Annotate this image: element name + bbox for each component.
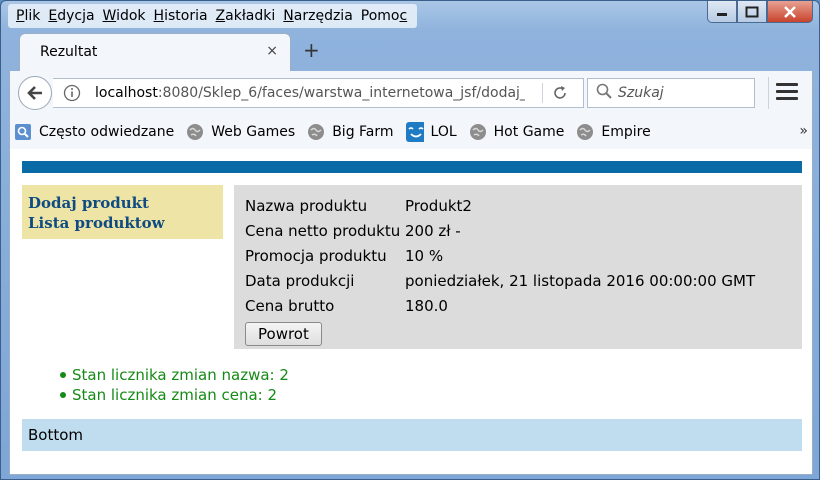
menu-zakladki-accel: Z bbox=[215, 8, 226, 24]
close-window-button[interactable] bbox=[767, 1, 813, 23]
field-label: Nazwa produktu bbox=[245, 197, 368, 215]
field-value: 180.0 bbox=[405, 297, 448, 315]
menu-widok-accel: W bbox=[102, 8, 117, 24]
menu-widok-label: idok bbox=[116, 8, 146, 24]
url-path: :8080/Sklep_6/faces/warstwa_internetowa_… bbox=[157, 85, 525, 101]
menu-zakladki-label: akładki bbox=[225, 8, 276, 24]
close-icon bbox=[784, 5, 796, 18]
menu-pomoc-label: Pomo bbox=[360, 8, 400, 24]
product-row-promotion: Promocja produktu 10 % bbox=[245, 244, 802, 269]
product-details-panel: Nazwa produktu Produkt2 Cena netto produ… bbox=[234, 185, 802, 349]
new-tab-button[interactable]: + bbox=[303, 38, 320, 62]
menu-historia-label: istoria bbox=[164, 8, 208, 24]
menu-bar: Plik Edycja Widok Historia Zakładki Narz… bbox=[8, 4, 418, 28]
bookmark-label: Empire bbox=[601, 124, 651, 140]
menu-pomoc-accel: c bbox=[399, 8, 408, 24]
product-row-name: Nazwa produktu Produkt2 bbox=[245, 194, 802, 219]
menu-pomoc[interactable]: Pomoc bbox=[357, 4, 411, 28]
counter-list: Stan licznika zmian nazwa: 2 Stan liczni… bbox=[60, 365, 289, 405]
bookmark-empire[interactable]: Empire bbox=[576, 123, 651, 141]
navigation-bar: localhost:8080/Sklep_6/faces/warstwa_int… bbox=[9, 71, 813, 115]
bookmark-label: LOL bbox=[430, 124, 457, 140]
menu-edycja-accel: E bbox=[48, 8, 58, 24]
minimize-button[interactable] bbox=[707, 1, 737, 23]
bookmarks-bar: Często odwiedzane Web Games Big Farm LOL… bbox=[9, 115, 813, 149]
maximize-button[interactable] bbox=[737, 1, 767, 23]
bookmark-label: Często odwiedzane bbox=[39, 124, 175, 140]
back-arrow-icon bbox=[27, 86, 42, 100]
field-label: Data produkcji bbox=[245, 272, 355, 290]
tab-rezultat[interactable]: Rezultat × bbox=[19, 33, 291, 71]
nav-divider bbox=[768, 77, 769, 109]
menu-narzedzia-label: arzędzia bbox=[293, 8, 353, 24]
field-value: 200 zł - bbox=[405, 222, 461, 240]
bookmark-czesto-odwiedzane[interactable]: Często odwiedzane bbox=[14, 123, 174, 141]
bookmark-label: Web Games bbox=[211, 124, 296, 140]
browser-window: Plik Edycja Widok Historia Zakładki Narz… bbox=[0, 0, 820, 480]
powrot-button[interactable]: Powrot bbox=[245, 322, 322, 346]
page-footer: Bottom bbox=[22, 419, 802, 451]
globe-icon bbox=[307, 123, 325, 141]
hamburger-menu-icon[interactable] bbox=[776, 83, 798, 103]
lol-icon bbox=[405, 122, 424, 142]
field-value: poniedziałek, 21 listopada 2016 00:00:00… bbox=[405, 272, 756, 290]
reload-icon[interactable] bbox=[551, 84, 569, 106]
globe-icon bbox=[469, 123, 487, 141]
menu-narzedzia-accel: N bbox=[283, 8, 294, 24]
url-separator bbox=[542, 83, 543, 103]
menu-plik[interactable]: Plik bbox=[12, 4, 44, 28]
globe-icon bbox=[186, 123, 204, 141]
product-row-production-date: Data produkcji poniedziałek, 21 listopad… bbox=[245, 269, 802, 294]
menu-historia-accel: H bbox=[153, 8, 165, 24]
menu-widok[interactable]: Widok bbox=[99, 4, 150, 28]
left-navigation: Dodaj produkt Lista produktow bbox=[22, 185, 223, 239]
field-value: 10 % bbox=[405, 247, 444, 265]
tab-close-icon[interactable]: × bbox=[266, 43, 278, 59]
field-label: Cena brutto bbox=[245, 297, 335, 315]
search-bar bbox=[587, 78, 755, 108]
header-bar bbox=[22, 161, 802, 173]
menu-historia[interactable]: Historia bbox=[150, 4, 212, 28]
search-input[interactable] bbox=[618, 85, 748, 101]
window-controls bbox=[707, 1, 813, 23]
menu-plik-label: lik bbox=[24, 8, 41, 24]
field-label: Cena netto produktu bbox=[245, 222, 401, 240]
url-bar[interactable]: localhost:8080/Sklep_6/faces/warstwa_int… bbox=[53, 78, 584, 108]
link-dodaj-produkt[interactable]: Dodaj produkt bbox=[28, 193, 217, 213]
product-row-net-price: Cena netto produktu 200 zł - bbox=[245, 219, 802, 244]
menu-narzedzia[interactable]: Narzędzia bbox=[279, 4, 357, 28]
menu-edycja[interactable]: Edycja bbox=[44, 4, 98, 28]
bookmark-label: Big Farm bbox=[332, 124, 394, 140]
field-label: Promocja produktu bbox=[245, 247, 387, 265]
minimize-icon bbox=[717, 12, 727, 16]
search-icon bbox=[596, 83, 612, 103]
link-lista-produktow[interactable]: Lista produktow bbox=[28, 213, 217, 233]
frequent-icon bbox=[14, 123, 32, 141]
globe-icon bbox=[576, 123, 594, 141]
bookmarks-overflow-icon[interactable]: » bbox=[799, 123, 808, 139]
url-host: localhost bbox=[95, 85, 158, 101]
field-value: Produkt2 bbox=[405, 197, 472, 215]
bookmark-web-games[interactable]: Web Games bbox=[186, 123, 295, 141]
tab-title: Rezultat bbox=[40, 44, 98, 60]
back-button[interactable] bbox=[18, 76, 52, 110]
page-content: Dodaj produkt Lista produktow Nazwa prod… bbox=[9, 149, 813, 475]
info-icon[interactable] bbox=[63, 84, 81, 102]
bookmark-lol[interactable]: LOL bbox=[405, 122, 457, 142]
list-item: Stan licznika zmian cena: 2 bbox=[60, 385, 289, 405]
menu-zakladki[interactable]: Zakładki bbox=[212, 4, 280, 28]
menu-edycja-label: dycja bbox=[57, 8, 95, 24]
bookmark-hot-game[interactable]: Hot Game bbox=[469, 123, 565, 141]
url-text: localhost:8080/Sklep_6/faces/warstwa_int… bbox=[95, 85, 525, 101]
maximize-icon bbox=[745, 6, 759, 17]
bookmark-label: Hot Game bbox=[493, 124, 565, 140]
list-item: Stan licznika zmian nazwa: 2 bbox=[60, 365, 289, 385]
product-row-gross-price: Cena brutto 180.0 bbox=[245, 294, 802, 319]
bookmark-big-farm[interactable]: Big Farm bbox=[307, 123, 394, 141]
